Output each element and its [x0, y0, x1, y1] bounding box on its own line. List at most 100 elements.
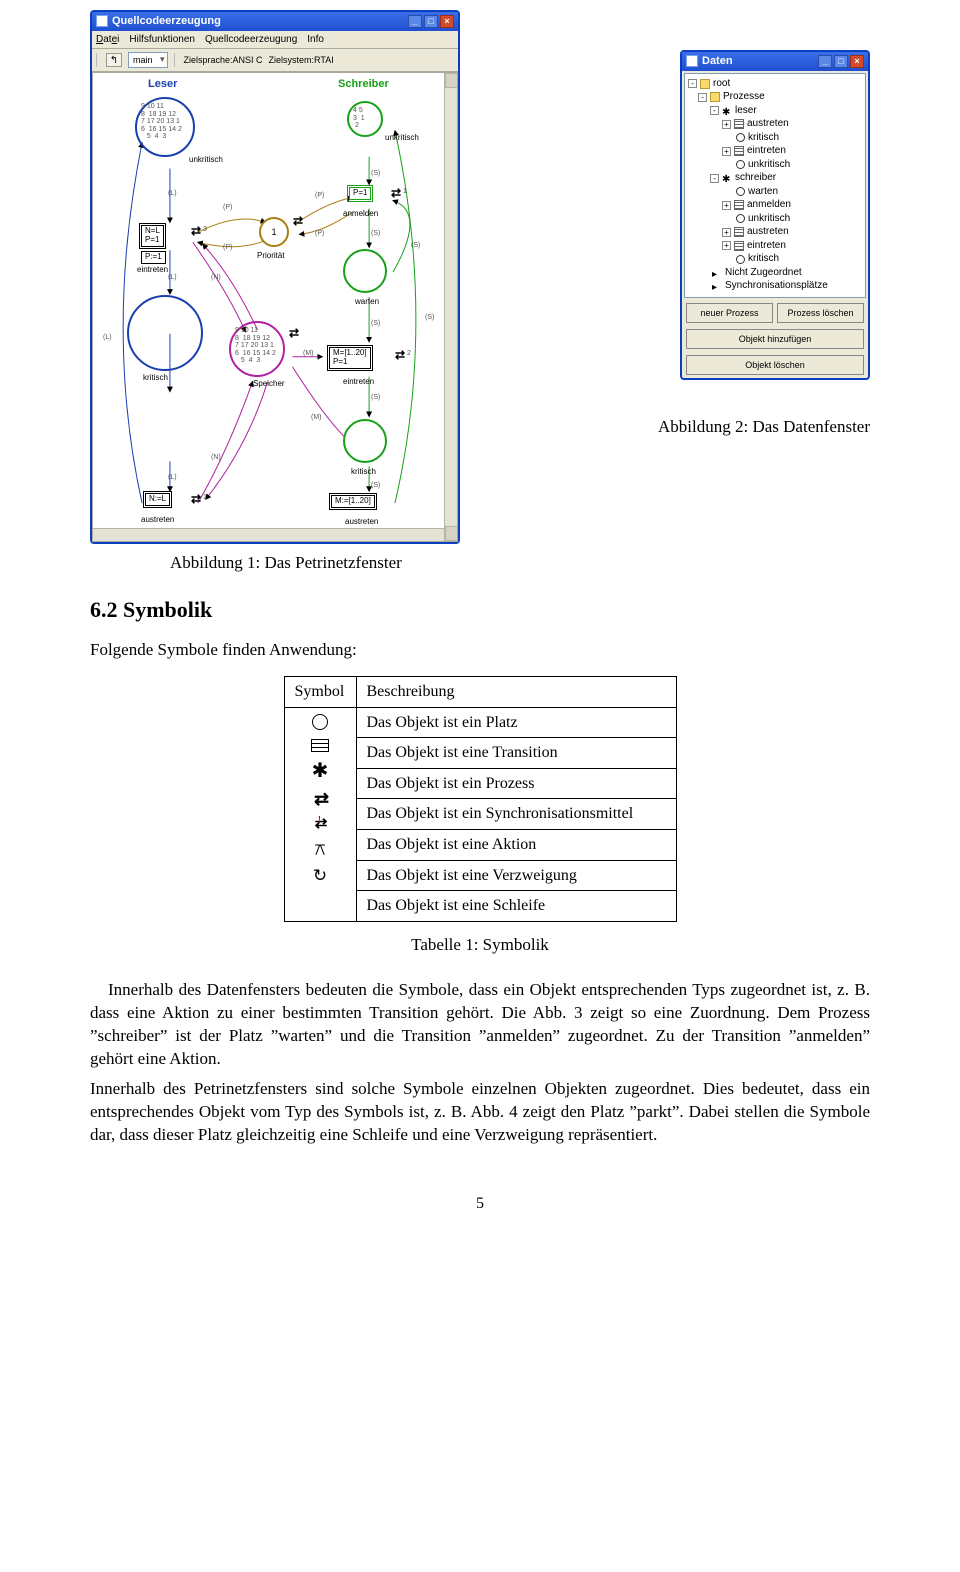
objekt-hinzufuegen-button[interactable]: Objekt hinzufügen: [686, 329, 864, 349]
tree-item[interactable]: -leser: [688, 104, 862, 118]
menu-datei[interactable]: Datei: [96, 33, 119, 47]
tree-item[interactable]: -root: [688, 77, 862, 91]
sync-icon-1: ⇄: [191, 223, 201, 239]
paragraph-2: Innerhalb des Petrinetzfensters sind sol…: [90, 1078, 870, 1147]
vertical-scrollbar[interactable]: [444, 73, 457, 541]
lbl-eintreten1: eintreten: [137, 265, 168, 276]
tree-item[interactable]: -schreiber: [688, 171, 862, 185]
tree-item[interactable]: unkritisch: [688, 212, 862, 226]
transition-icon: [311, 739, 329, 752]
app-icon: [686, 55, 698, 67]
daten-title: Daten: [702, 54, 733, 69]
neuer-prozess-button[interactable]: neuer Prozess: [686, 303, 773, 323]
up-level-button[interactable]: ↰: [106, 53, 122, 67]
desc-0: Das Objekt ist ein Platz: [356, 707, 676, 738]
leser-kritisch-place[interactable]: [127, 295, 203, 371]
schleife-icon: ↻: [313, 867, 327, 884]
verzweigung-icon: ⚻: [314, 841, 325, 858]
daten-window: Daten _ □ × -root-Prozesse-leser+austret…: [680, 50, 870, 380]
petrinetz-titlebar[interactable]: Quellcodeerzeugung _ □ ×: [92, 12, 458, 31]
lbl-eintreten2: eintreten: [343, 377, 374, 388]
lbl-prioritaet: Priorität: [257, 251, 285, 262]
desc-3: Das Objekt ist ein Synchronisationsmitte…: [356, 799, 676, 830]
desc-1: Das Objekt ist eine Transition: [356, 738, 676, 769]
window-title: Quellcodeerzeugung: [112, 14, 221, 29]
page-number: 5: [90, 1193, 870, 1215]
daten-tree[interactable]: -root-Prozesse-leser+austretenkritisch+e…: [684, 73, 866, 298]
col-symbol: Symbol: [284, 677, 356, 708]
prozess-icon: ✱: [312, 761, 329, 781]
warten-place[interactable]: [343, 249, 387, 293]
lbl-austreten2: austreten: [345, 517, 378, 528]
petrinetz-canvas[interactable]: Leser Schreiber 9 10 11 8 18 19 12 7 17 …: [92, 72, 458, 542]
zielsystem-label: Zielsystem:RTAI: [269, 54, 334, 66]
tree-item[interactable]: +eintreten: [688, 239, 862, 253]
menu-bar: Datei Hilfsfunktionen Quellcodeerzeugung…: [92, 31, 458, 50]
sync-icon-6: ⇄: [395, 347, 405, 363]
minimize-icon[interactable]: _: [818, 55, 832, 68]
austreten-trans2[interactable]: M:=[1..20]: [331, 495, 375, 508]
leser-eintreten-trans[interactable]: N=L P=1: [141, 225, 164, 247]
menu-quellcodeerzeugung[interactable]: Quellcodeerzeugung: [205, 33, 297, 47]
prozess-loeschen-button[interactable]: Prozess löschen: [777, 303, 864, 323]
tree-item[interactable]: +austreten: [688, 117, 862, 131]
maximize-icon[interactable]: □: [834, 55, 848, 68]
section-heading: 6.2 Symbolik: [90, 595, 870, 625]
minimize-icon[interactable]: _: [408, 15, 422, 28]
tree-item[interactable]: -Prozesse: [688, 90, 862, 104]
lbl-anmelden: anmelden: [343, 209, 378, 220]
token-numbers2: 9 10 11 8 18 19 12 7 17 20 13 1 6 16 15 …: [235, 327, 276, 364]
petrinetz-window: Quellcodeerzeugung _ □ × Datei Hilfsfunk…: [90, 10, 460, 544]
tree-item[interactable]: warten: [688, 185, 862, 199]
lbl-austreten1: austreten: [141, 515, 174, 526]
leser-pv1[interactable]: P:=1: [141, 251, 166, 264]
maximize-icon[interactable]: □: [424, 15, 438, 28]
leser-austreten-trans[interactable]: N:=L: [145, 493, 170, 506]
tree-item[interactable]: +austreten: [688, 225, 862, 239]
tree-item[interactable]: kritisch: [688, 252, 862, 266]
zielsprache-label: Zielsprache:ANSI C: [184, 54, 263, 66]
tree-item[interactable]: kritisch: [688, 131, 862, 145]
lbl-speicher: Speicher: [253, 379, 285, 390]
schreiber-kritisch[interactable]: [343, 419, 387, 463]
daten-titlebar[interactable]: Daten _ □ ×: [682, 52, 868, 71]
horizontal-scrollbar[interactable]: [93, 528, 444, 541]
lbl-warten: warten: [355, 297, 379, 308]
lbl-unkritisch1: unkritisch: [189, 155, 223, 166]
desc-5: Das Objekt ist eine Verzweigung: [356, 860, 676, 891]
desc-2: Das Objekt ist ein Prozess: [356, 768, 676, 799]
section-intro: Folgende Symbole finden Anwendung:: [90, 639, 870, 662]
objekt-loeschen-button[interactable]: Objekt löschen: [686, 355, 864, 375]
caption-fig2: Abbildung 2: Das Datenfenster: [478, 416, 870, 439]
sync-icon-4: ⇄: [289, 325, 299, 341]
context-combo[interactable]: main: [128, 52, 168, 68]
tree-item[interactable]: +anmelden: [688, 198, 862, 212]
desc-6: Das Objekt ist eine Schleife: [356, 891, 676, 922]
symbolik-table: Symbol Beschreibung ✱ ⇄ ⇄! ⚻ ↻ Das Objek…: [284, 676, 677, 922]
caption-tab1: Tabelle 1: Symbolik: [90, 934, 870, 957]
close-icon[interactable]: ×: [850, 55, 864, 68]
menu-info[interactable]: Info: [307, 33, 324, 47]
leser-heading: Leser: [148, 77, 177, 92]
paragraph-1: Innerhalb des Datenfensters bedeuten die…: [90, 979, 870, 1071]
anmelden-trans[interactable]: P=1: [349, 187, 371, 200]
desc-4: Das Objekt ist eine Aktion: [356, 830, 676, 861]
lbl-kritisch2: kritisch: [351, 467, 376, 478]
lbl-unkritisch2: unkritisch: [385, 133, 419, 144]
tree-item[interactable]: Nicht Zugeordnet: [688, 266, 862, 280]
tree-item[interactable]: +eintreten: [688, 144, 862, 158]
sync-icon: ⇄: [314, 790, 326, 808]
prioritaet-place[interactable]: 1: [259, 217, 289, 247]
col-desc: Beschreibung: [356, 677, 676, 708]
sync-icon-3: ⇄: [293, 213, 303, 229]
tree-item[interactable]: unkritisch: [688, 158, 862, 172]
close-icon[interactable]: ×: [440, 15, 454, 28]
platz-icon: [312, 714, 328, 730]
aktion-icon: ⇄!: [315, 817, 326, 832]
tree-item[interactable]: Synchronisationsplätze: [688, 279, 862, 293]
sync-icon-2: ⇄: [191, 491, 201, 507]
eintreten-trans2[interactable]: M=[1..20] P=1: [329, 347, 371, 369]
menu-hilfsfunktionen[interactable]: Hilfsfunktionen: [129, 33, 195, 47]
caption-fig1: Abbildung 1: Das Petrinetzfenster: [170, 552, 870, 575]
app-icon: [96, 15, 108, 27]
